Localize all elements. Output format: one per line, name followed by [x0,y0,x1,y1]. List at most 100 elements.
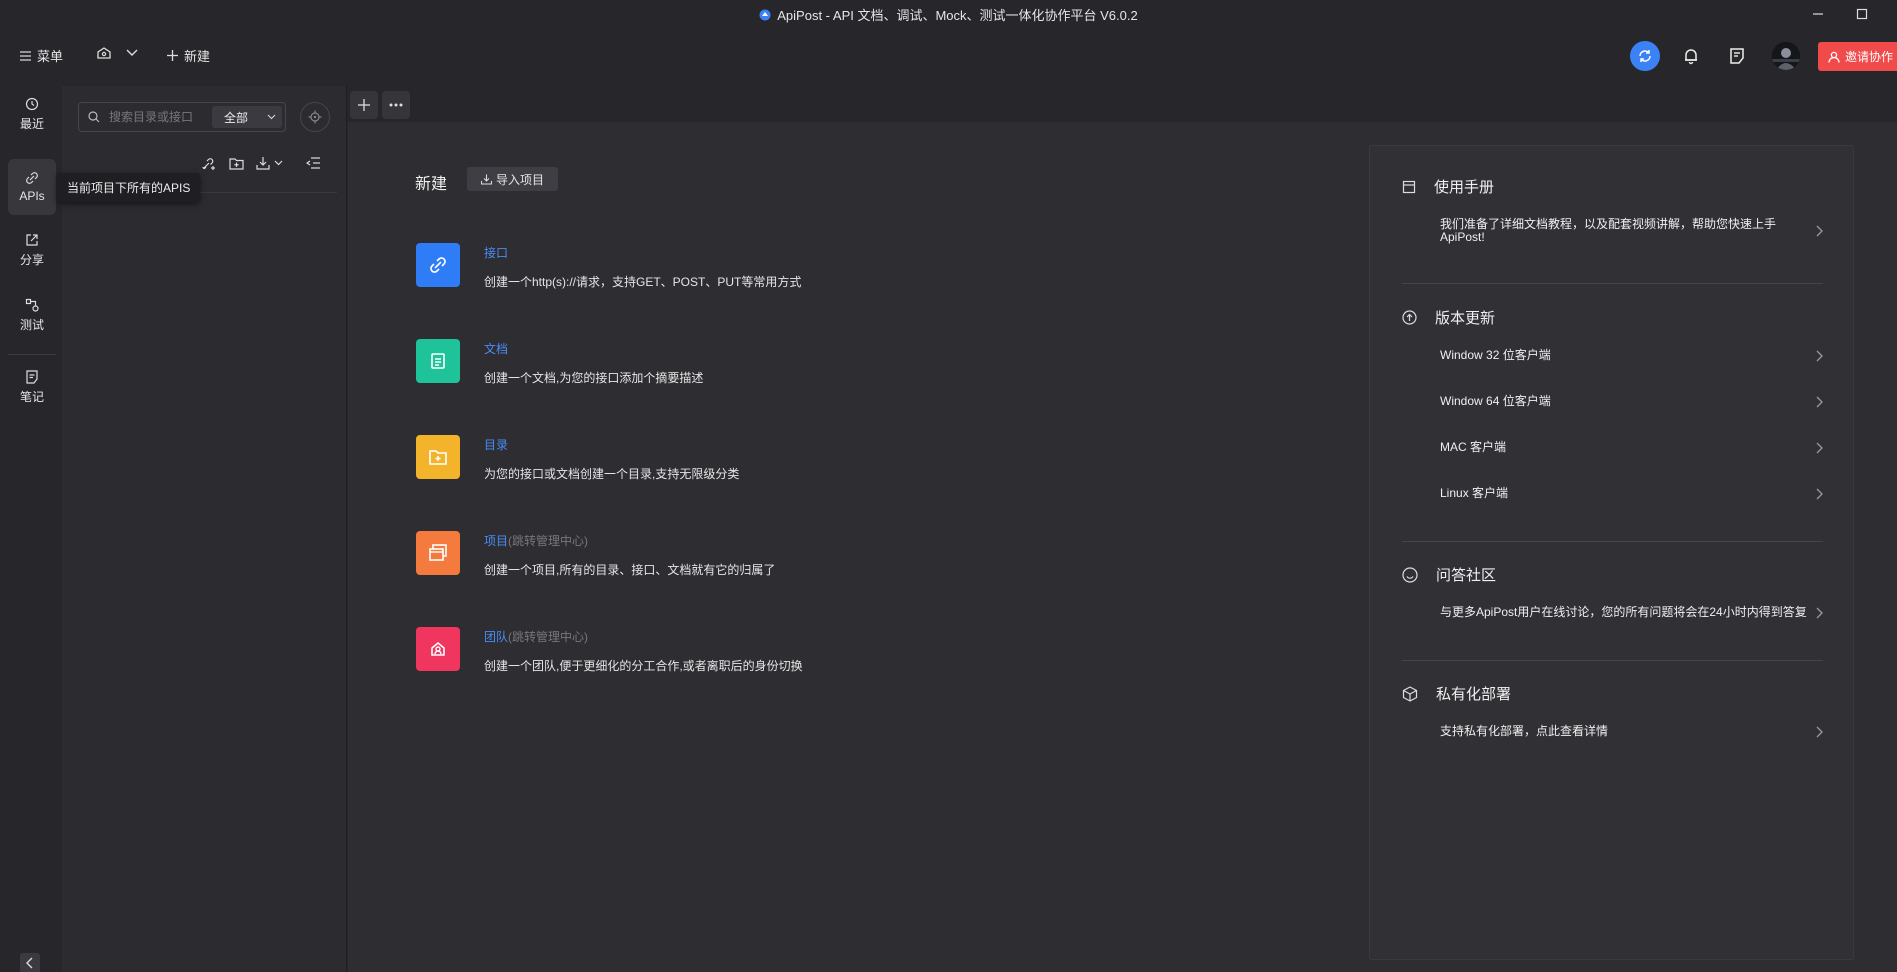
menu-icon [20,50,31,61]
new-button[interactable]: 新建 [167,46,210,65]
create-item-desc: 创建一个团队,便于更细化的分工合作,或者离职后的身份切换 [484,659,803,673]
tab-bar [348,86,1897,122]
chevron-right-icon [1816,396,1823,408]
manual-heading: 使用手册 [1402,176,1494,197]
community-link[interactable]: 与更多ApiPost用户在线讨论，您的所有问题将会在24小时内得到答复 [1440,606,1823,619]
help-panel: 使用手册 我们准备了详细文档教程，以及配套视频讲解，帮助您快速上手ApiPost… [1369,145,1854,960]
workspace-switcher[interactable] [96,46,138,60]
folder-add-icon [416,435,460,479]
page-title: 新建 [415,176,448,193]
plus-icon [358,99,370,111]
plus-icon [167,50,178,61]
section-divider [1402,541,1823,542]
chevron-left-icon [26,957,34,969]
download-win32-link[interactable]: Window 32 位客户端 [1440,349,1823,362]
more-tabs-button[interactable] [382,91,410,119]
rail-item-recent[interactable]: 最近 [8,86,56,142]
section-divider [1402,283,1823,284]
notification-button[interactable] [1676,41,1706,71]
search-input[interactable] [109,103,209,131]
target-icon [308,110,322,124]
rail-item-test[interactable]: 测试 [8,287,56,343]
create-item-title[interactable]: 项目(跳转管理中心) [484,532,588,549]
app-logo-icon [759,9,771,21]
menu-button[interactable]: 菜单 [20,46,63,65]
chevron-right-icon [1816,726,1823,738]
create-item-desc: 创建一个项目,所有的目录、接口、文档就有它的归属了 [484,563,776,577]
collapse-tree-button[interactable] [302,152,324,174]
api-tree-panel: 全部 [62,86,347,972]
chevron-right-icon [1816,442,1823,454]
private-deploy-heading: 私有化部署 [1402,683,1511,704]
chevron-down-icon [274,160,283,166]
search-icon [88,111,100,123]
book-icon [1402,180,1416,194]
team-icon [416,627,460,671]
download-win64-link[interactable]: Window 64 位客户端 [1440,395,1823,408]
chevron-right-icon [1816,488,1823,500]
create-item-title[interactable]: 接口 [484,244,508,261]
scope-select[interactable]: 全部 [212,106,282,128]
maximize-button[interactable] [1842,2,1882,26]
link-icon [25,171,39,185]
manual-link[interactable]: 我们准备了详细文档教程，以及配套视频讲解，帮助您快速上手ApiPost! [1440,218,1823,244]
title-bar: ApiPost - API 文档、调试、Mock、测试一体化协作平台 V6.0.… [0,0,1897,28]
import-menu-button[interactable] [252,152,286,174]
share-icon [25,233,39,247]
updates-heading: 版本更新 [1402,307,1495,328]
sync-icon [1637,48,1653,64]
import-project-button[interactable]: 导入项目 [467,167,559,191]
project-icon [416,531,460,575]
avatar[interactable] [1772,42,1800,70]
tree-search: 全部 [78,102,286,132]
download-icon [255,156,270,170]
minimize-button[interactable] [1798,2,1838,26]
cube-icon [1402,685,1418,702]
create-item-title[interactable]: 文档 [484,340,508,357]
more-icon [389,103,403,107]
user-icon [1828,51,1840,63]
collapse-sidebar-button[interactable] [20,953,40,972]
rail-item-notes[interactable]: 笔记 [8,359,56,415]
sync-button[interactable] [1630,41,1660,71]
create-item-desc: 创建一个文档,为您的接口添加个摘要描述 [484,371,704,385]
create-item-desc: 创建一个http(s)://请求，支持GET、POST、PUT等常用方式 [484,275,802,289]
create-project-item[interactable]: 项目(跳转管理中心) 创建一个项目,所有的目录、接口、文档就有它的归属了 [416,531,1016,591]
folder-add-icon [228,157,244,170]
test-icon [25,298,39,312]
add-tab-button[interactable] [350,91,378,119]
add-folder-button[interactable] [225,152,247,174]
arrow-up-circle-icon [1402,310,1417,325]
chevron-down-icon [126,49,138,57]
create-item-title[interactable]: 目录 [484,436,508,453]
chevron-right-icon [1816,607,1823,619]
note-icon [25,369,39,384]
workspace-icon [96,46,112,60]
left-rail: 最近 APIs 分享 测试 笔记 [0,82,62,972]
invite-button[interactable]: 邀请协作 [1818,42,1897,71]
create-team-item[interactable]: 团队(跳转管理中心) 创建一个团队,便于更细化的分工合作,或者离职后的身份切换 [416,627,1016,687]
rail-item-share[interactable]: 分享 [8,222,56,278]
window-title: ApiPost - API 文档、调试、Mock、测试一体化协作平台 V6.0.… [0,5,1897,24]
notes-button[interactable] [1722,41,1752,71]
download-icon [481,174,492,185]
section-divider [1402,660,1823,661]
create-doc-item[interactable]: 文档 创建一个文档,为您的接口添加个摘要描述 [416,339,1016,399]
smile-icon [1402,566,1418,583]
rail-item-apis[interactable]: APIs [8,159,56,215]
create-item-title[interactable]: 团队(跳转管理中心) [484,628,588,645]
add-api-button[interactable] [197,152,219,174]
list-indent-icon [306,157,320,169]
apis-tooltip: 当前项目下所有的APIS [57,173,201,202]
download-mac-link[interactable]: MAC 客户端 [1440,441,1823,454]
top-toolbar: 菜单 新建 邀请协作 [0,28,1897,82]
download-linux-link[interactable]: Linux 客户端 [1440,487,1823,500]
chevron-right-icon [1816,350,1823,362]
create-folder-item[interactable]: 目录 为您的接口或文档创建一个目录,支持无限级分类 [416,435,1016,495]
add-link-icon [201,156,216,171]
create-api-item[interactable]: 接口 创建一个http(s)://请求，支持GET、POST、PUT等常用方式 [416,243,1016,303]
private-deploy-link[interactable]: 支持私有化部署，点此查看详情 [1440,725,1823,738]
locate-button[interactable] [300,102,330,132]
history-icon [25,97,39,111]
plug-icon [416,243,460,287]
